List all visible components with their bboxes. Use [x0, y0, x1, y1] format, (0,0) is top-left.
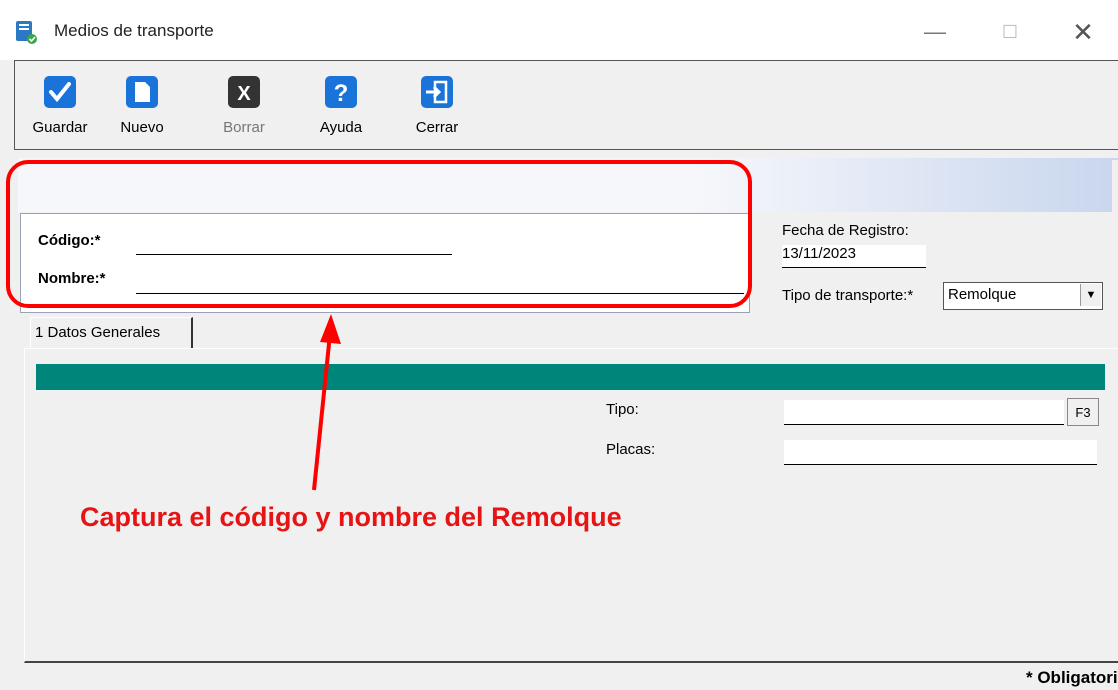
close-icon: ✕	[1072, 16, 1094, 47]
tipo-label: Tipo:	[606, 401, 639, 418]
window-title: Medios de transporte	[54, 21, 214, 40]
fecha-registro-input[interactable]: 13/11/2023	[782, 245, 926, 268]
svg-text:X: X	[237, 83, 251, 105]
tipo-transporte-select[interactable]: Remolque ▼	[943, 282, 1103, 310]
minimize-button[interactable]: —	[910, 12, 960, 52]
f3-lookup-button[interactable]: F3	[1067, 398, 1099, 426]
close-button[interactable]: ✕	[1058, 12, 1108, 52]
new-label: Nuevo	[120, 119, 164, 136]
tab-datos-generales[interactable]: 1 Datos Generales	[30, 317, 193, 350]
placas-input[interactable]	[784, 440, 1097, 465]
tab-datos-generales-label: 1 Datos Generales	[35, 324, 161, 341]
help-icon: ?	[325, 76, 357, 108]
title-bar: Medios de transporte — ☐ ✕	[0, 0, 1118, 60]
window: Medios de transporte — ☐ ✕ Guardar Nuevo…	[0, 0, 1118, 690]
app-book-icon	[16, 21, 37, 44]
fecha-registro-label: Fecha de Registro:	[782, 222, 909, 239]
placas-label: Placas:	[606, 441, 656, 458]
annotation-arrow-icon	[312, 314, 341, 491]
minimize-icon: —	[924, 19, 946, 44]
delete-x-icon: X	[228, 76, 260, 108]
highlight-box	[6, 160, 752, 308]
save-label: Guardar	[32, 119, 88, 136]
tipo-transporte-value: Remolque	[948, 286, 1017, 303]
svg-text:?: ?	[334, 80, 349, 107]
tipo-input[interactable]	[784, 400, 1064, 425]
chevron-down-icon[interactable]: ▼	[1080, 284, 1101, 306]
close-form-button[interactable]: Cerrar	[402, 75, 472, 145]
maximize-icon: ☐	[1001, 21, 1019, 42]
new-document-icon	[126, 76, 158, 108]
delete-label: Borrar	[223, 119, 265, 136]
check-icon	[44, 76, 76, 108]
annotation-text: Captura el código y nombre del Remolque	[80, 502, 622, 532]
help-label: Ayuda	[319, 119, 363, 136]
save-button[interactable]: Guardar	[25, 75, 95, 145]
close-form-label: Cerrar	[415, 119, 459, 136]
exit-door-icon	[421, 76, 453, 108]
delete-button[interactable]: X Borrar	[209, 75, 279, 145]
tipo-transporte-label: Tipo de transporte:*	[782, 287, 914, 304]
toolbar: Guardar Nuevo X Borrar ? Ayuda Cerrar	[14, 60, 1118, 150]
maximize-button[interactable]: ☐	[985, 12, 1035, 52]
help-button[interactable]: ? Ayuda	[306, 75, 376, 145]
new-button[interactable]: Nuevo	[107, 75, 177, 145]
section-header-bar	[36, 364, 1105, 390]
required-note: * Obligatorio	[1026, 668, 1118, 687]
